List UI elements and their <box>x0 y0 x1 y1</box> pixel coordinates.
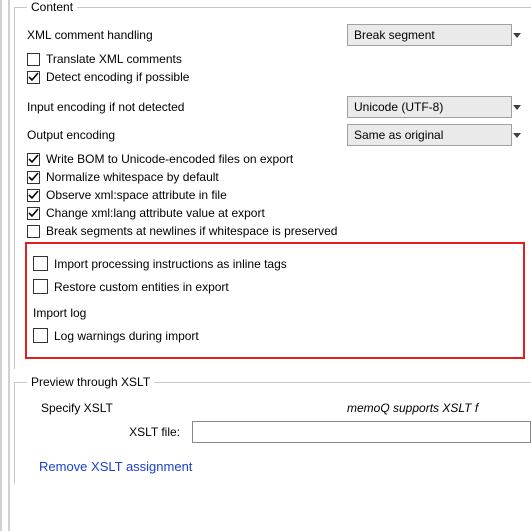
output-encoding-label: Output encoding <box>27 128 347 142</box>
checkbox-label: Break segments at newlines if whitespace… <box>46 224 337 238</box>
xslt-file-row: XSLT file: <box>27 421 531 443</box>
specify-xslt-row: Specify XSLT memoQ supports XSLT f <box>37 401 531 415</box>
checkbox-icon[interactable] <box>27 153 40 166</box>
checkbox-label: Import processing instructions as inline… <box>54 257 287 271</box>
input-encoding-row: Input encoding if not detected Unicode (… <box>27 96 531 118</box>
output-encoding-row: Output encoding Same as original <box>27 124 531 146</box>
checkbox-label: Translate XML comments <box>46 52 182 66</box>
xml-comment-dropdown[interactable]: Break segment <box>347 24 512 46</box>
output-encoding-dropdown[interactable]: Same as original <box>347 124 512 146</box>
xslt-file-label: XSLT file: <box>27 425 192 439</box>
dropdown-value: Unicode (UTF-8) <box>354 100 507 114</box>
dropdown-value: Same as original <box>354 128 507 142</box>
checkbox-label: Restore custom entities in export <box>54 280 229 294</box>
input-encoding-label: Input encoding if not detected <box>27 100 347 114</box>
checkbox-icon[interactable] <box>33 328 48 343</box>
content-legend: Content <box>27 0 77 14</box>
checkbox-label: Write BOM to Unicode-encoded files on ex… <box>46 152 293 166</box>
chevron-down-icon <box>513 33 521 38</box>
restore-entities-row[interactable]: Restore custom entities in export <box>33 279 517 294</box>
checkbox-icon[interactable] <box>27 171 40 184</box>
checkbox-label: Log warnings during import <box>54 329 199 343</box>
checkbox-icon[interactable] <box>27 71 40 84</box>
log-warnings-row[interactable]: Log warnings during import <box>33 328 517 343</box>
observe-xmlspace-row[interactable]: Observe xml:space attribute in file <box>27 188 531 202</box>
checkbox-label: Change xml:lang attribute value at expor… <box>46 206 265 220</box>
content-fieldset: Content XML comment handling Break segme… <box>14 0 531 369</box>
xslt-note: memoQ supports XSLT f <box>347 401 478 415</box>
xslt-legend: Preview through XSLT <box>27 375 154 389</box>
normalize-ws-row[interactable]: Normalize whitespace by default <box>27 170 531 184</box>
xml-comment-row: XML comment handling Break segment <box>27 24 531 46</box>
checkbox-icon[interactable] <box>27 189 40 202</box>
xml-comment-label: XML comment handling <box>27 28 347 42</box>
chevron-down-icon <box>513 105 521 110</box>
detect-encoding-row[interactable]: Detect encoding if possible <box>27 70 531 84</box>
checkbox-icon[interactable] <box>27 225 40 238</box>
highlighted-options-box: Import processing instructions as inline… <box>25 242 525 359</box>
checkbox-icon[interactable] <box>27 53 40 66</box>
checkbox-icon[interactable] <box>27 207 40 220</box>
translate-xml-comments-row[interactable]: Translate XML comments <box>27 52 531 66</box>
checkbox-icon[interactable] <box>33 256 48 271</box>
xslt-file-input[interactable] <box>192 421 531 443</box>
change-xmllang-row[interactable]: Change xml:lang attribute value at expor… <box>27 206 531 220</box>
checkbox-label: Observe xml:space attribute in file <box>46 188 227 202</box>
checkbox-label: Detect encoding if possible <box>46 70 189 84</box>
chevron-down-icon <box>513 133 521 138</box>
import-log-heading: Import log <box>33 306 517 320</box>
checkbox-icon[interactable] <box>33 279 48 294</box>
break-newlines-row[interactable]: Break segments at newlines if whitespace… <box>27 224 531 238</box>
specify-xslt-label: Specify XSLT <box>37 401 347 415</box>
remove-xslt-link[interactable]: Remove XSLT assignment <box>39 459 192 474</box>
dropdown-value: Break segment <box>354 28 507 42</box>
input-encoding-dropdown[interactable]: Unicode (UTF-8) <box>347 96 512 118</box>
xslt-fieldset: Preview through XSLT Specify XSLT memoQ … <box>14 375 531 484</box>
import-pi-row[interactable]: Import processing instructions as inline… <box>33 256 517 271</box>
checkbox-label: Normalize whitespace by default <box>46 170 219 184</box>
write-bom-row[interactable]: Write BOM to Unicode-encoded files on ex… <box>27 152 531 166</box>
